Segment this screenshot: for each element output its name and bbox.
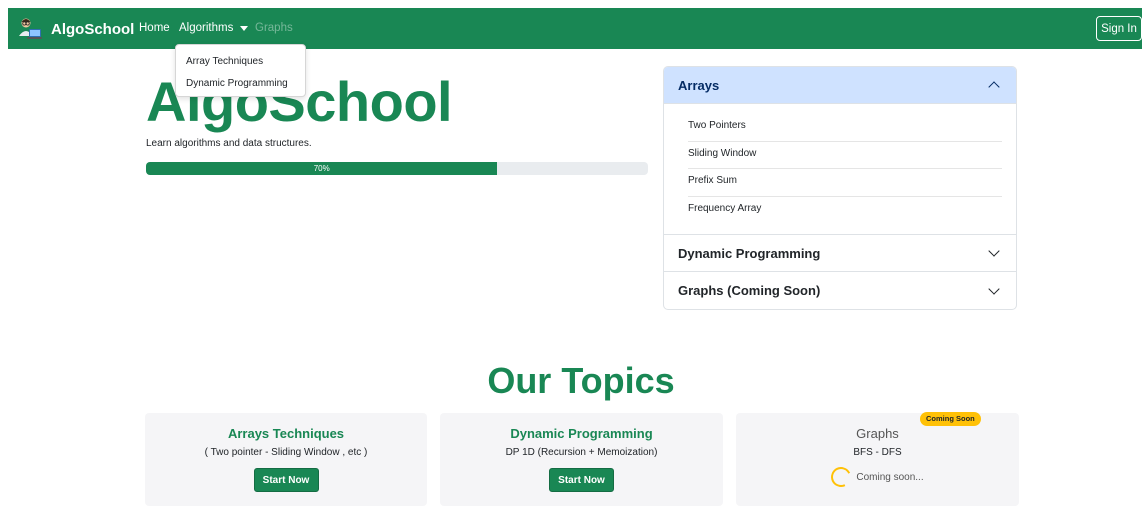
accordion-header-dynamic-programming[interactable]: Dynamic Programming	[664, 235, 1016, 272]
sign-in-button[interactable]: Sign In	[1096, 16, 1142, 41]
accordion-title: Dynamic Programming	[678, 245, 821, 261]
caret-down-icon	[240, 25, 249, 31]
topic-card-arrays: Arrays Techniques ( Two pointer - Slidin…	[145, 413, 427, 506]
card-description: ( Two pointer - Sliding Window , etc )	[204, 447, 368, 458]
list-item-frequency-array[interactable]: Frequency Array	[688, 197, 1002, 225]
start-now-button[interactable]: Start Now	[253, 468, 319, 492]
card-title: Dynamic Programming	[510, 426, 653, 441]
hero-subtitle: Learn algorithms and data structures.	[146, 138, 312, 149]
dropdown-item-array-techniques[interactable]: Array Techniques	[176, 54, 305, 76]
accordion-header-arrays[interactable]: Arrays	[664, 67, 1016, 104]
accordion-body-arrays: Two Pointers Sliding Window Prefix Sum F…	[664, 104, 1016, 235]
dropdown-item-dynamic-programming[interactable]: Dynamic Programming	[176, 76, 305, 98]
progress-label: 70%	[313, 164, 330, 173]
chevron-down-icon	[988, 245, 1000, 257]
topic-card-graphs: Coming Soon Graphs BFS - DFS Coming soon…	[736, 412, 1019, 506]
topic-card-dynamic-programming: Dynamic Programming DP 1D (Recursion + M…	[440, 413, 723, 506]
chevron-up-icon	[988, 81, 1000, 93]
nav-home[interactable]: Home	[139, 22, 170, 34]
brand-name: AlgoSchool	[51, 20, 135, 38]
student-laptop-icon	[16, 16, 42, 42]
list-item-prefix-sum[interactable]: Prefix Sum	[688, 169, 1002, 197]
brand[interactable]: AlgoSchool	[16, 16, 134, 42]
chevron-down-icon	[988, 282, 1000, 295]
topics-accordion: Arrays Two Pointers Sliding Window Prefi…	[663, 66, 1017, 310]
navbar: AlgoSchool Home Algorithms Graphs Sign I…	[8, 8, 1142, 49]
algorithms-dropdown: Array Techniques Dynamic Programming	[175, 44, 306, 97]
card-description: BFS - DFS	[853, 447, 902, 458]
spinner-icon	[828, 464, 855, 490]
list-item-two-pointers[interactable]: Two Pointers	[688, 114, 1002, 142]
nav-graphs[interactable]: Graphs	[255, 22, 293, 34]
nav-algorithms[interactable]: Algorithms	[179, 22, 249, 34]
nav-algorithms-label: Algorithms	[179, 22, 234, 34]
card-title: Arrays Techniques	[227, 426, 345, 441]
start-now-button[interactable]: Start Now	[549, 468, 614, 492]
coming-soon-status: Coming soon...	[736, 464, 1019, 490]
coming-soon-text: Coming soon...	[856, 471, 924, 483]
list-item-sliding-window[interactable]: Sliding Window	[688, 142, 1002, 169]
accordion-title: Arrays	[678, 77, 720, 93]
card-description: DP 1D (Recursion + Memoization)	[505, 447, 658, 458]
card-title: Graphs	[856, 426, 899, 441]
coming-soon-badge: Coming Soon	[920, 412, 981, 426]
section-title: Our Topics	[487, 360, 675, 401]
progress-bar: 70%	[146, 162, 648, 175]
accordion-title: Graphs (Coming Soon)	[678, 283, 821, 298]
accordion-header-graphs[interactable]: Graphs (Coming Soon)	[664, 272, 1016, 309]
progress-fill: 70%	[146, 162, 498, 175]
